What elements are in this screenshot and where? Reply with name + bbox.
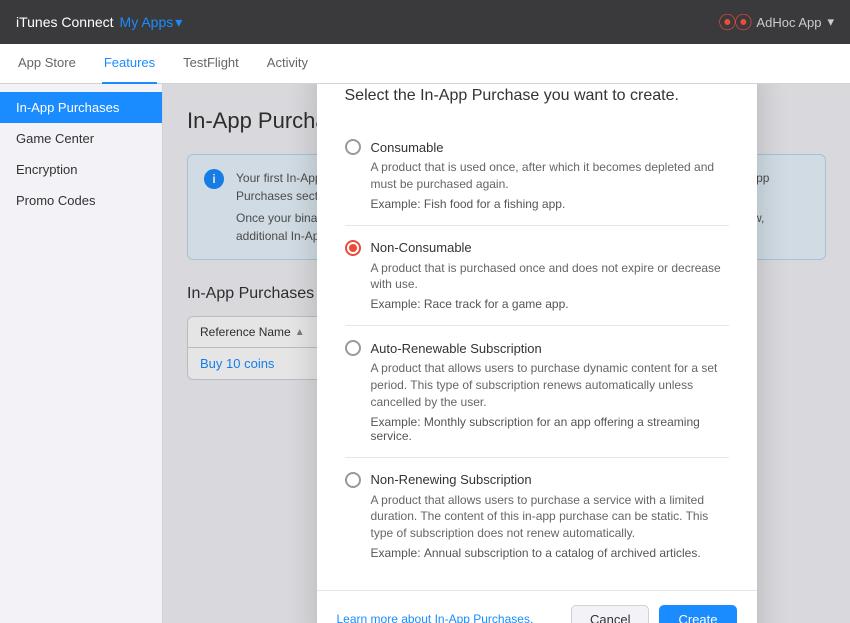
brand-label: iTunes Connect [16,14,114,30]
app-name-label: AdHoc App [756,15,821,30]
sidebar-item-promo-codes[interactable]: Promo Codes [0,185,162,216]
option-non-renewing-desc: A product that allows users to purchase … [371,492,729,542]
tab-features[interactable]: Features [102,44,157,84]
my-apps-chevron: ▾ [175,14,182,31]
tab-activity[interactable]: Activity [265,44,310,84]
sidebar-item-in-app-purchases[interactable]: In-App Purchases [0,92,162,123]
option-auto-renewable-example: Example: Monthly subscription for an app… [371,415,729,443]
modal-footer: Learn more about In-App Purchases. Cance… [317,590,757,623]
option-non-renewing-example: Example: Annual subscription to a catalo… [371,546,729,560]
option-auto-renewable[interactable]: Auto-Renewable Subscription A product th… [345,326,729,457]
sidebar-item-encryption[interactable]: Encryption [0,154,162,185]
radio-non-consumable[interactable] [345,240,361,256]
app-selector[interactable]: ⦿⦿ AdHoc App ▾ [718,9,834,35]
modal: Select the In-App Purchase you want to c… [317,84,757,623]
radio-consumable[interactable] [345,139,361,155]
option-non-consumable-desc: A product that is purchased once and doe… [371,260,729,294]
option-non-consumable-name: Non-Consumable [371,240,472,255]
create-button[interactable]: Create [659,605,736,623]
radio-auto-renewable[interactable] [345,340,361,356]
option-non-renewing-name: Non-Renewing Subscription [371,472,532,487]
option-consumable[interactable]: Consumable A product that is used once, … [345,125,729,226]
modal-overlay: Select the In-App Purchase you want to c… [163,84,850,623]
option-consumable-name: Consumable [371,140,444,155]
option-non-consumable-example: Example: Race track for a game app. [371,297,729,311]
option-consumable-example: Example: Fish food for a fishing app. [371,197,729,211]
cancel-button[interactable]: Cancel [571,605,649,623]
my-apps-label: My Apps [120,14,174,30]
option-non-renewing[interactable]: Non-Renewing Subscription A product that… [345,458,729,574]
sub-nav: App Store Features TestFlight Activity [0,44,850,84]
learn-more-link[interactable]: Learn more about In-App Purchases. [337,612,534,623]
main-content: In-App Purchases i Your first In-App Pur… [163,84,850,623]
footer-buttons: Cancel Create [571,605,737,623]
option-auto-renewable-header: Auto-Renewable Subscription [345,340,729,356]
sidebar-item-game-center[interactable]: Game Center [0,123,162,154]
option-auto-renewable-name: Auto-Renewable Subscription [371,341,542,356]
option-non-consumable[interactable]: Non-Consumable A product that is purchas… [345,226,729,327]
tab-testflight[interactable]: TestFlight [181,44,241,84]
option-non-renewing-header: Non-Renewing Subscription [345,472,729,488]
radio-non-renewing[interactable] [345,472,361,488]
top-nav-left: iTunes Connect My Apps ▾ [16,14,182,31]
my-apps-link[interactable]: My Apps ▾ [120,14,183,31]
tab-app-store[interactable]: App Store [16,44,78,84]
modal-title: Select the In-App Purchase you want to c… [345,87,729,105]
app-icon: ⦿⦿ [718,9,750,35]
layout: In-App Purchases Game Center Encryption … [0,84,850,623]
top-nav: iTunes Connect My Apps ▾ ⦿⦿ AdHoc App ▾ [0,0,850,44]
option-auto-renewable-desc: A product that allows users to purchase … [371,360,729,410]
option-non-consumable-header: Non-Consumable [345,240,729,256]
option-consumable-desc: A product that is used once, after which… [371,159,729,193]
modal-body: Select the In-App Purchase you want to c… [317,84,757,590]
sidebar: In-App Purchases Game Center Encryption … [0,84,163,623]
app-chevron: ▾ [827,14,834,30]
option-consumable-header: Consumable [345,139,729,155]
